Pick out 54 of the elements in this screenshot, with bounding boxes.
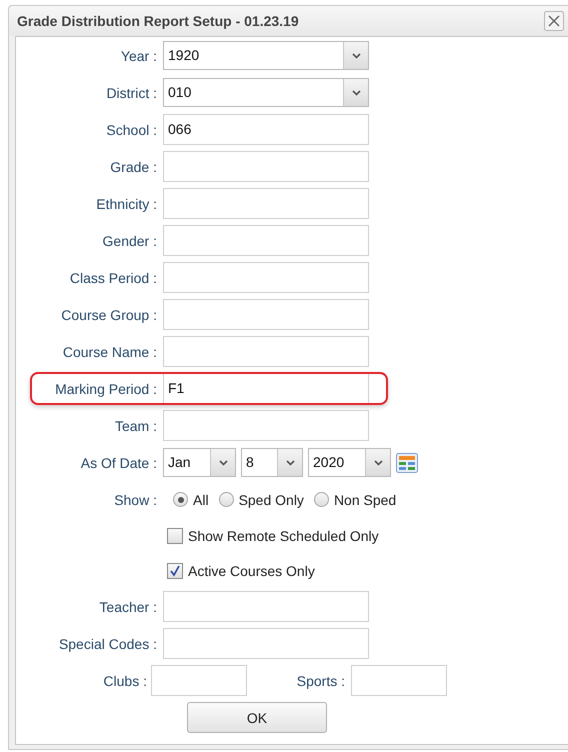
input-field[interactable] xyxy=(163,262,369,293)
dropdown[interactable]: 8 xyxy=(241,448,303,477)
dropdown[interactable]: 010 xyxy=(163,78,369,107)
field-label: Gender : xyxy=(102,232,158,248)
field-label: Ethnicity : xyxy=(95,196,158,212)
input-field[interactable]: 066 xyxy=(163,114,369,145)
field-label: Year : xyxy=(120,48,158,64)
chevron-down-icon xyxy=(352,90,360,96)
field-label: As Of Date : xyxy=(80,454,158,470)
checkbox-label: Show Remote Scheduled Only xyxy=(188,528,379,544)
window-title: Grade Distribution Report Setup - 01.23.19 xyxy=(17,13,299,29)
field-label: Course Name : xyxy=(62,344,158,360)
dropdown[interactable]: Jan xyxy=(163,448,236,477)
calendar-icon[interactable] xyxy=(396,452,418,472)
chevron-down-icon xyxy=(286,460,294,466)
field-label: Team : xyxy=(114,418,158,434)
input-field[interactable] xyxy=(163,336,369,367)
ok-button[interactable]: OK xyxy=(187,702,327,733)
input-field[interactable] xyxy=(163,151,369,182)
chevron-down-icon xyxy=(374,460,382,466)
input-field[interactable] xyxy=(163,188,369,219)
field-label: Grade : xyxy=(109,158,158,174)
radio-button[interactable] xyxy=(314,492,329,507)
radio-button[interactable] xyxy=(218,492,234,507)
checkbox-label: Active Courses Only xyxy=(188,562,315,578)
chevron-down-icon xyxy=(218,460,228,466)
radio-button[interactable] xyxy=(173,492,188,507)
input-field[interactable] xyxy=(163,628,369,659)
field-label: Marking Period : xyxy=(54,380,158,396)
input-field[interactable] xyxy=(351,665,447,696)
field-label: Teacher : xyxy=(98,598,158,614)
input-field[interactable] xyxy=(163,225,369,256)
radio-label: All xyxy=(193,492,209,508)
radio-label: Sped Only xyxy=(238,492,304,508)
field-label: Show : xyxy=(113,492,158,508)
field-label: Class Period : xyxy=(68,270,158,286)
checkbox[interactable] xyxy=(167,562,183,578)
radio-label: Non Sped xyxy=(334,492,396,508)
input-field[interactable] xyxy=(163,591,369,622)
chevron-down-icon xyxy=(352,52,360,58)
field-label: Sports : xyxy=(296,672,346,688)
field-label: Course Group : xyxy=(60,306,158,322)
field-label: Special Codes : xyxy=(58,636,158,652)
field-label: District : xyxy=(105,84,158,100)
close-icon[interactable] xyxy=(544,11,564,31)
input-field[interactable]: F1 xyxy=(163,373,369,404)
input-field[interactable] xyxy=(151,665,247,696)
field-label: School : xyxy=(105,122,158,138)
checkbox[interactable] xyxy=(167,528,183,544)
input-field[interactable] xyxy=(163,410,369,441)
field-label: Clubs : xyxy=(102,672,148,688)
dropdown[interactable]: 1920 xyxy=(163,41,369,70)
dropdown[interactable]: 2020 xyxy=(308,448,391,477)
input-field[interactable] xyxy=(163,299,369,330)
